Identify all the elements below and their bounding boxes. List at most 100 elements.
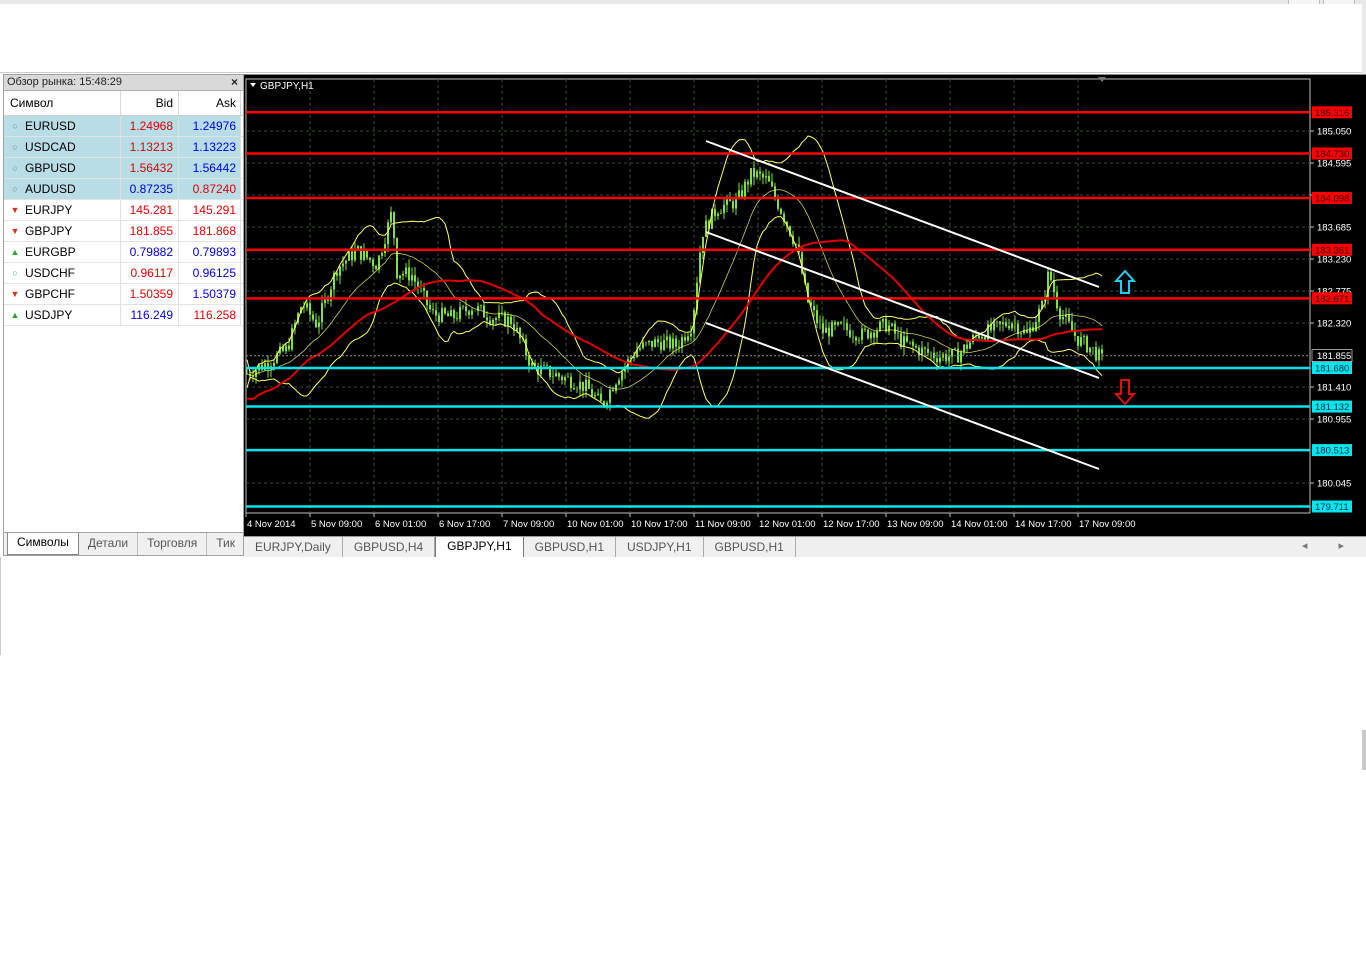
support-level-price-label: 181.680 [1315,364,1349,375]
panel-tab-0[interactable]: Символы [7,533,79,555]
ask-cell: 1.24976 [179,116,241,136]
bid-cell: 145.281 [121,200,179,220]
channel-trend-line[interactable] [705,322,1100,470]
chart-tab-2[interactable]: GBPJPY,H1 [435,537,524,558]
up-arrow-icon [1113,269,1137,294]
symbol-row-eurusd[interactable]: ○ EURUSD 1.24968 1.24976 [4,116,243,137]
symbol-row-audusd[interactable]: ○ AUDUSD 0.87235 0.87240 [4,179,243,200]
symbol-name: USDCAD [25,140,76,154]
symbol-name: EURGBP [25,245,76,259]
chart-tab-5[interactable]: GBPUSD,H1 [704,537,796,558]
symbol-name: GBPJPY [25,224,73,238]
bollinger-upper-band [246,135,1103,374]
chart-tab-1[interactable]: GBPUSD,H4 [343,537,436,558]
symbol-row-gbpchf[interactable]: ▼ GBPCHF 1.50359 1.50379 [4,284,243,305]
bid-cell: 116.249 [121,305,179,325]
right-scrollbar-thumb[interactable] [1362,730,1366,770]
bid-cell: 181.855 [121,221,179,241]
ask-cell: 1.50379 [179,284,241,304]
ask-cell: 1.13223 [179,137,241,157]
time-label: 17 Nov 09:00 [1079,519,1136,530]
close-icon[interactable]: × [231,75,238,90]
column-header-bid[interactable]: Bid [121,91,179,115]
symbol-row-gbpusd[interactable]: ○ GBPUSD 1.56432 1.56442 [4,158,243,179]
bid-cell: 0.79882 [121,242,179,262]
terminal-area [0,557,1366,655]
column-header-ask[interactable]: Ask [179,91,241,115]
toolbar-area [0,4,1366,73]
chart-tab-3[interactable]: GBPUSD,H1 [524,537,617,558]
ask-cell: 0.87240 [179,179,241,199]
up-arrow-icon: ▲ [10,310,20,320]
bid-cell: 0.87235 [121,179,179,199]
price-label: 184.595 [1317,159,1351,170]
ask-cell: 145.291 [179,200,241,220]
ask-cell: 1.56442 [179,158,241,178]
current-price-label: 181.855 [1317,351,1351,362]
ask-cell: 0.96125 [179,263,241,283]
panel-tab-3[interactable]: Тик [207,533,245,555]
symbol-cell: ○ EURUSD [4,116,121,136]
symbol-name: AUDUSD [25,182,76,196]
ask-cell: 181.868 [179,221,241,241]
symbol-row-usdjpy[interactable]: ▲ USDJPY 116.249 116.258 [4,305,243,326]
tab-scroll-arrows[interactable]: ◂ ▸ [1302,539,1358,552]
down-arrow-icon [1113,379,1137,406]
bollinger-middle-band [246,189,1103,390]
chart-tab-4[interactable]: USDJPY,H1 [616,537,704,558]
time-label: 12 Nov 17:00 [823,519,880,530]
symbol-row-eurgbp[interactable]: ▲ EURGBP 0.79882 0.79893 [4,242,243,263]
price-label: 181.410 [1317,383,1351,394]
symbol-name: GBPCHF [25,287,76,301]
terminal-edge [0,557,1,655]
down-arrow-icon: ▼ [10,205,20,215]
symbol-cell: ▼ EURJPY [4,200,121,220]
symbol-row-eurjpy[interactable]: ▼ EURJPY 145.281 145.291 [4,200,243,221]
symbol-row-usdcad[interactable]: ○ USDCAD 1.13213 1.13223 [4,137,243,158]
symbol-row-usdchf[interactable]: ○ USDCHF 0.96117 0.96125 [4,263,243,284]
price-label: 180.045 [1317,479,1351,490]
neutral-circle-icon: ○ [12,121,18,131]
time-label: 13 Nov 09:00 [887,519,944,530]
time-label: 5 Nov 09:00 [311,519,362,530]
price-label: 182.320 [1317,319,1351,330]
down-arrow-icon: ▼ [10,289,20,299]
panel-tab-1[interactable]: Детали [79,533,139,555]
ask-cell: 116.258 [179,305,241,325]
time-label: 11 Nov 09:00 [695,519,751,530]
bid-cell: 1.50359 [121,284,179,304]
time-label: 14 Nov 01:00 [951,519,1008,530]
symbol-name: USDCHF [25,266,75,280]
symbol-cell: ▼ GBPCHF [4,284,121,304]
chart-window[interactable]: 4 Nov 2014 5 Nov 09:00 6 Nov 01:00 6 Nov 17… [244,74,1366,537]
price-label: 185.050 [1317,127,1351,138]
time-label: 6 Nov 01:00 [375,519,426,530]
market-watch-panel: Обзор рынка: 15:48:29 × Символ Bid Ask ○… [3,74,245,556]
symbol-name: EURJPY [25,203,73,217]
symbol-cell: ○ USDCHF [4,263,121,283]
resistance-level-price-label: 184.098 [1315,193,1349,204]
bid-cell: 1.13213 [121,137,179,157]
chart-tabs-bar: EURJPY,Daily GBPUSD,H4 GBPJPY,H1 GBPUSD,H1 U… [244,536,1366,559]
market-watch-rows: ○ EURUSD 1.24968 1.24976 ○ USDCAD 1.13213 1.132… [4,116,243,326]
symbol-cell: ○ USDCAD [4,137,121,157]
time-label: 4 Nov 2014 [247,519,296,530]
price-chart[interactable]: 4 Nov 2014 5 Nov 09:00 6 Nov 01:00 6 Nov 17… [244,75,1366,537]
down-arrow-icon: ▼ [10,226,20,236]
chart-menu-triangle-icon[interactable] [250,83,256,87]
symbol-cell: ○ AUDUSD [4,179,121,199]
time-label: 7 Nov 09:00 [503,519,554,530]
column-header-symbol[interactable]: Символ [4,91,121,115]
symbol-row-gbpjpy[interactable]: ▼ GBPJPY 181.855 181.868 [4,221,243,242]
time-label: 6 Nov 17:00 [439,519,490,530]
support-level-price-label: 181.132 [1315,402,1349,413]
panel-tab-2[interactable]: Торговля [138,533,208,555]
support-level-price-label: 179.711 [1315,502,1349,513]
chart-tab-0[interactable]: EURJPY,Daily [244,537,343,558]
bid-cell: 1.24968 [121,116,179,136]
resistance-level-price-label: 185.316 [1315,108,1349,119]
bid-cell: 0.96117 [121,263,179,283]
symbol-cell: ▲ USDJPY [4,305,121,325]
symbol-cell: ○ GBPUSD [4,158,121,178]
market-watch-tabs: Символы Детали Торговля Тик [4,532,245,555]
